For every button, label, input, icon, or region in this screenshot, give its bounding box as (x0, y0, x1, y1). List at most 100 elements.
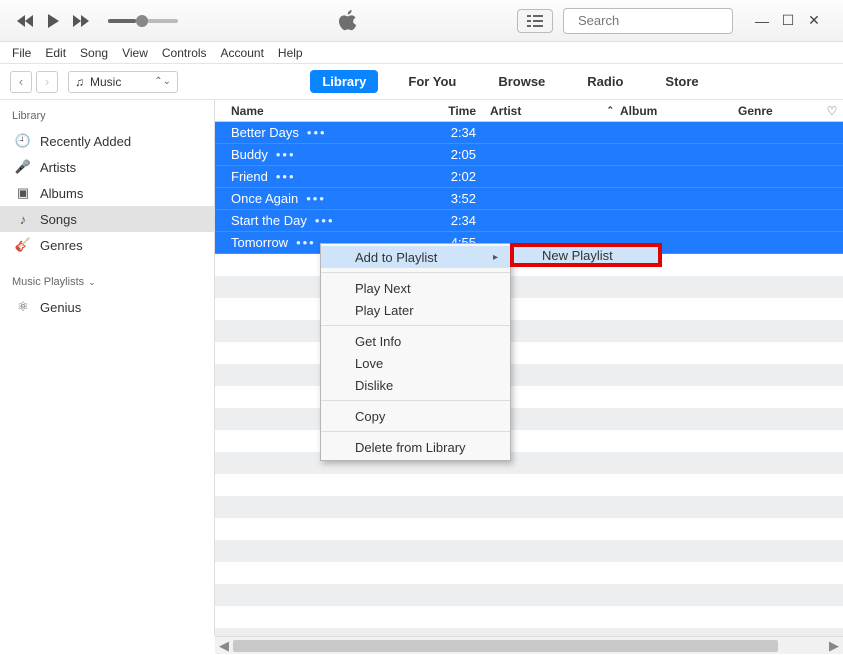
tab-for-you[interactable]: For You (396, 70, 468, 93)
prev-button[interactable] (14, 10, 36, 32)
search-field[interactable] (563, 8, 733, 34)
song-time: 2:05 (440, 147, 484, 162)
forward-button[interactable]: › (36, 71, 58, 93)
sidebar-item-label: Albums (40, 186, 83, 201)
sidebar-item-songs[interactable]: ♪ Songs (0, 206, 214, 232)
sidebar-item-label: Artists (40, 160, 76, 175)
sidebar-item-recently-added[interactable]: 🕘Recently Added (0, 128, 214, 154)
sidebar: Library 🕘Recently Added 🎤 Artists ▣Albums… (0, 100, 215, 636)
chevron-down-icon: ⌄ (88, 277, 96, 288)
sidebar-item-genres[interactable]: 🎸Genres (0, 232, 214, 258)
menu-controls[interactable]: Controls (162, 46, 207, 60)
sidebar-item-genius[interactable]: ⚛Genius (0, 294, 214, 320)
player-toolbar: — ☐ ✕ (0, 0, 843, 42)
more-icon[interactable]: ••• (276, 147, 296, 162)
nav-bar: ‹ › ♫Music ⌃⌄ Library For You Browse Rad… (0, 64, 843, 100)
ctx-get-info[interactable]: Get Info (321, 330, 510, 352)
song-name: Once Again (231, 191, 298, 206)
ctx-label: Add to Playlist (355, 250, 437, 265)
song-name: Better Days (231, 125, 299, 140)
song-time: 2:34 (440, 125, 484, 140)
source-selector[interactable]: ♫Music ⌃⌄ (68, 71, 178, 93)
table-row[interactable]: Buddy ••• 2:05 (215, 144, 843, 166)
tab-store[interactable]: Store (653, 70, 710, 93)
col-artist[interactable]: Artist⌃ (484, 104, 614, 118)
sidebar-heading-playlists[interactable]: Music Playlists ⌄ (0, 272, 214, 294)
scroll-right-button[interactable]: ▶ (825, 637, 843, 655)
sidebar-heading-library: Library (0, 106, 214, 128)
ctx-add-to-playlist[interactable]: Add to Playlist ▸ (321, 246, 510, 268)
menu-account[interactable]: Account (221, 46, 264, 60)
scroll-track[interactable] (233, 639, 825, 653)
chevron-right-icon: ▸ (493, 252, 498, 263)
minimize-button[interactable]: — (753, 12, 771, 30)
mic-icon: 🎤 (14, 159, 32, 175)
ctx-delete[interactable]: Delete from Library (321, 436, 510, 458)
submenu-label: New Playlist (542, 248, 613, 263)
play-button[interactable] (42, 10, 64, 32)
menu-song[interactable]: Song (80, 46, 108, 60)
ctx-dislike[interactable]: Dislike (321, 374, 510, 396)
back-button[interactable]: ‹ (10, 71, 32, 93)
col-name[interactable]: Name (215, 104, 440, 118)
list-view-button[interactable] (517, 9, 553, 33)
table-row[interactable]: Better Days ••• 2:34 (215, 122, 843, 144)
music-note-icon: ♫ (75, 75, 84, 89)
song-rows: Better Days ••• 2:34 Buddy ••• 2:05 Friend ••… (215, 122, 843, 636)
playback-controls (0, 10, 178, 32)
menu-edit[interactable]: Edit (45, 46, 66, 60)
scroll-thumb[interactable] (233, 640, 778, 652)
more-icon[interactable]: ••• (276, 169, 296, 184)
col-time[interactable]: Time (440, 104, 484, 118)
clock-icon: 🕘 (14, 133, 32, 149)
column-headers: Name Time Artist⌃ Album Genre ♡ (215, 100, 843, 122)
menu-file[interactable]: File (12, 46, 31, 60)
next-button[interactable] (70, 10, 92, 32)
sidebar-item-albums[interactable]: ▣Albums (0, 180, 214, 206)
ctx-play-later[interactable]: Play Later (321, 299, 510, 321)
sort-asc-icon: ⌃ (606, 105, 614, 116)
separator (321, 400, 510, 401)
song-name: Friend (231, 169, 268, 184)
empty-rows (215, 254, 843, 636)
context-menu: Add to Playlist ▸ Play Next Play Later Ge… (320, 243, 511, 461)
submenu-new-playlist[interactable]: New Playlist (510, 243, 662, 267)
volume-slider[interactable] (108, 19, 178, 23)
scroll-left-button[interactable]: ◀ (215, 637, 233, 655)
menu-help[interactable]: Help (278, 46, 303, 60)
sidebar-item-label: Songs (40, 212, 77, 227)
genre-icon: 🎸 (14, 237, 32, 253)
horizontal-scrollbar[interactable]: ◀ ▶ (215, 636, 843, 654)
tabs: Library For You Browse Radio Store (178, 70, 843, 93)
more-icon[interactable]: ••• (296, 235, 316, 250)
song-name: Tomorrow (231, 235, 288, 250)
song-name: Buddy (231, 147, 268, 162)
col-genre[interactable]: Genre (732, 104, 821, 118)
ctx-play-next[interactable]: Play Next (321, 277, 510, 299)
separator (321, 431, 510, 432)
separator (321, 272, 510, 273)
more-icon[interactable]: ••• (307, 125, 327, 140)
table-row[interactable]: Start the Day•••2:34 (215, 210, 843, 232)
tab-browse[interactable]: Browse (486, 70, 557, 93)
col-album[interactable]: Album (614, 104, 732, 118)
right-tools: — ☐ ✕ (517, 8, 843, 34)
table-row[interactable]: Friend ••• 2:02 (215, 166, 843, 188)
menu-view[interactable]: View (122, 46, 148, 60)
tab-library[interactable]: Library (310, 70, 378, 93)
table-row[interactable]: Once Again•••3:52 (215, 188, 843, 210)
search-input[interactable] (578, 13, 754, 28)
close-button[interactable]: ✕ (805, 12, 823, 30)
sidebar-item-artists[interactable]: 🎤 Artists (0, 154, 214, 180)
ctx-love[interactable]: Love (321, 352, 510, 374)
note-icon: ♪ (14, 212, 32, 227)
ctx-copy[interactable]: Copy (321, 405, 510, 427)
col-heart[interactable]: ♡ (821, 104, 843, 118)
sidebar-heading-label: Music Playlists (12, 276, 84, 288)
maximize-button[interactable]: ☐ (779, 12, 797, 30)
song-name: Start the Day (231, 213, 307, 228)
tab-radio[interactable]: Radio (575, 70, 635, 93)
more-icon[interactable]: ••• (315, 213, 335, 228)
more-icon[interactable]: ••• (306, 191, 326, 206)
song-time: 2:02 (440, 169, 484, 184)
